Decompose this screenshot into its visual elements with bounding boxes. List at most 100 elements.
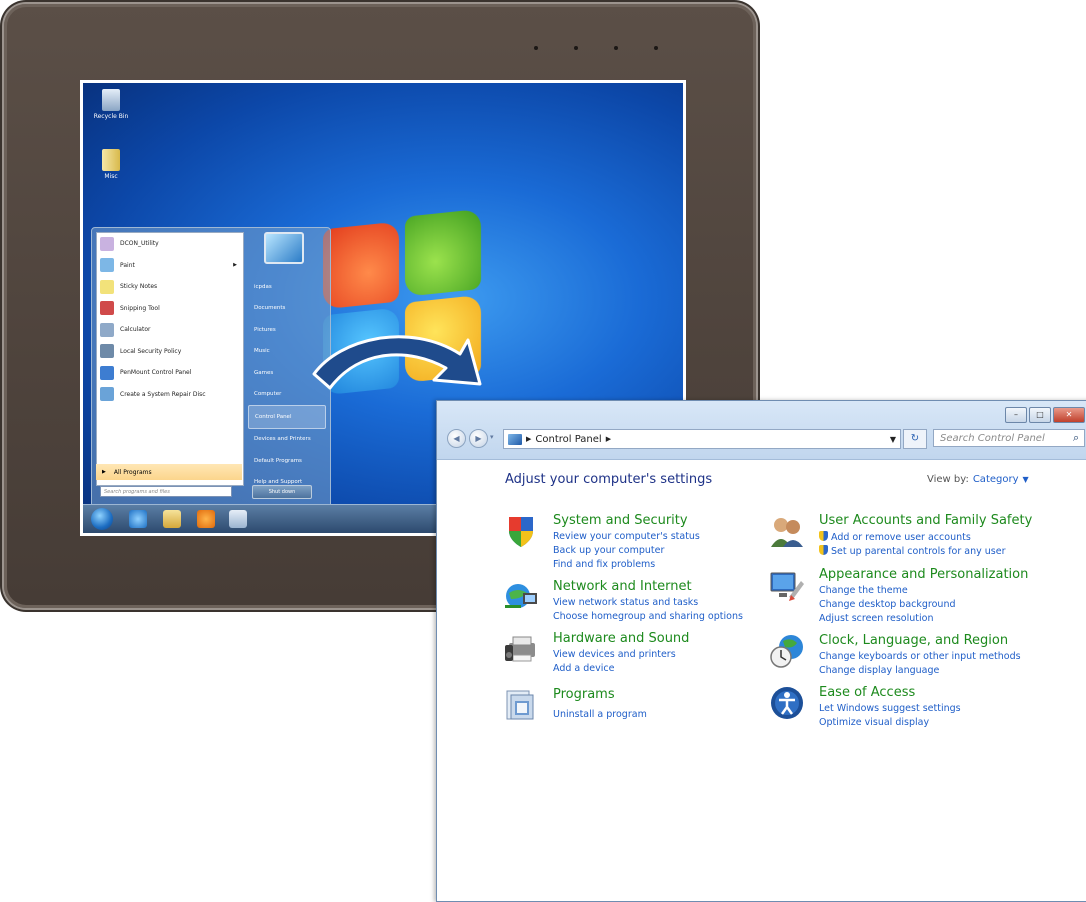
forward-button[interactable]: ▶ (469, 429, 488, 448)
window-frame: – □ ✕ ◀ ▶ ▾ ▶ Control Panel ▶ ▼ ↻ Search… (437, 401, 1086, 460)
window-controls: – □ ✕ (1003, 407, 1085, 423)
sensor-dot (614, 46, 618, 50)
sensor-dot (574, 46, 578, 50)
sensor-dot (534, 46, 538, 50)
category-link[interactable]: Change display language (819, 665, 939, 676)
start-orb-icon[interactable] (91, 508, 113, 530)
view-by: View by: Category ▼ (927, 474, 1029, 485)
category-link[interactable]: Back up your computer (553, 545, 664, 556)
penmount-icon (100, 365, 114, 380)
category-link[interactable]: Change the theme (819, 585, 908, 596)
address-dropdown-icon[interactable]: ▼ (890, 435, 896, 444)
start-search-input[interactable]: Search programs and files (100, 486, 232, 497)
desktop-icon-misc[interactable]: Misc (89, 149, 133, 180)
start-program-item[interactable]: DCON_Utility (97, 233, 243, 255)
security-policy-icon (100, 344, 114, 359)
category-link[interactable]: Let Windows suggest settings (819, 703, 961, 714)
category-title[interactable]: Appearance and Personalization (819, 567, 1028, 582)
category-link[interactable]: View network status and tasks (553, 597, 698, 608)
start-place-item[interactable]: Devices and Printers (248, 429, 326, 451)
appearance-icon (770, 572, 804, 601)
start-program-item[interactable]: Create a System Repair Disc (97, 384, 243, 406)
category-link[interactable]: Add a device (553, 663, 614, 674)
refresh-button[interactable]: ↻ (903, 429, 927, 449)
start-program-item[interactable]: Sticky Notes (97, 276, 243, 298)
close-button[interactable]: ✕ (1053, 407, 1085, 423)
category-title[interactable]: Network and Internet (553, 579, 692, 594)
category-title[interactable]: Hardware and Sound (553, 631, 689, 646)
recent-pages-icon[interactable]: ▾ (490, 433, 494, 441)
shutdown-button[interactable]: Shut down (252, 485, 312, 499)
control-panel-icon (508, 433, 522, 445)
ease-of-access-icon (771, 687, 803, 719)
breadcrumb-separator-icon: ▶ (526, 435, 532, 443)
maximize-button[interactable]: □ (1029, 407, 1051, 423)
start-place-item[interactable]: icpdas (248, 276, 326, 298)
dcon-utility-icon (100, 236, 114, 251)
system-security-icon (509, 517, 533, 547)
start-place-item[interactable]: Default Programs (248, 450, 326, 472)
arrow-right-icon: ▶ (102, 469, 106, 475)
breadcrumb-control-panel[interactable]: Control Panel (535, 434, 601, 445)
media-player-icon[interactable] (197, 510, 215, 528)
category-title[interactable]: System and Security (553, 513, 688, 528)
recycle-bin-icon (102, 89, 120, 111)
start-program-item[interactable]: Calculator (97, 319, 243, 341)
repair-disc-icon (100, 387, 114, 402)
start-place-control-panel[interactable]: Control Panel (248, 405, 326, 429)
paint-taskbar-icon[interactable] (229, 510, 247, 528)
start-menu: DCON_Utility Paint ▶ Sticky Notes Snippin… (91, 227, 331, 515)
back-button[interactable]: ◀ (447, 429, 466, 448)
search-input[interactable]: Search Control Panel (933, 429, 1085, 447)
start-program-item[interactable]: Paint ▶ (97, 255, 243, 277)
start-menu-programs: DCON_Utility Paint ▶ Sticky Notes Snippin… (96, 232, 244, 486)
calculator-icon (100, 322, 114, 337)
view-by-dropdown[interactable]: Category (973, 474, 1019, 485)
folder-icon (102, 149, 120, 171)
paint-icon (100, 258, 114, 273)
page-title: Adjust your computer's settings (505, 472, 713, 487)
minimize-button[interactable]: – (1005, 407, 1027, 423)
clock-language-icon (770, 635, 803, 668)
hardware-sound-icon (505, 636, 535, 662)
uac-shield-icon (819, 545, 828, 555)
all-programs-button[interactable]: ▶ All Programs (96, 464, 242, 480)
category-link[interactable]: Find and fix problems (553, 559, 655, 570)
chevron-down-icon[interactable]: ▼ (1023, 475, 1029, 484)
sticky-notes-icon (100, 279, 114, 294)
start-program-item[interactable]: PenMount Control Panel (97, 362, 243, 384)
category-title[interactable]: Clock, Language, and Region (819, 633, 1008, 648)
category-title[interactable]: Programs (553, 687, 615, 702)
uac-shield-icon (819, 531, 828, 541)
programs-icon (506, 690, 534, 720)
transition-arrow-icon (312, 335, 482, 390)
start-place-item[interactable]: Documents (248, 298, 326, 320)
category-link[interactable]: Add or remove user accounts (819, 531, 971, 543)
internet-explorer-icon[interactable] (129, 510, 147, 528)
category-link[interactable]: Change keyboards or other input methods (819, 651, 1021, 662)
category-link[interactable]: View devices and printers (553, 649, 676, 660)
user-picture-icon (264, 232, 304, 264)
category-link[interactable]: Change desktop background (819, 599, 956, 610)
start-program-item[interactable]: Local Security Policy (97, 341, 243, 363)
sensor-dot (654, 46, 658, 50)
breadcrumb-separator-icon[interactable]: ▶ (606, 435, 611, 443)
address-bar[interactable]: ▶ Control Panel ▶ ▼ (503, 429, 901, 449)
network-internet-icon (505, 584, 537, 608)
category-link[interactable]: Review your computer's status (553, 531, 700, 542)
desktop-icon-recycle-bin[interactable]: Recycle Bin (89, 89, 133, 120)
category-link[interactable]: Choose homegroup and sharing options (553, 611, 743, 622)
start-program-item[interactable]: Snipping Tool (97, 298, 243, 320)
control-panel-window: – □ ✕ ◀ ▶ ▾ ▶ Control Panel ▶ ▼ ↻ Search… (436, 400, 1086, 902)
desktop-icon-label: Misc (104, 173, 118, 180)
category-link[interactable]: Adjust screen resolution (819, 613, 933, 624)
desktop-icon-label: Recycle Bin (93, 113, 129, 120)
category-title[interactable]: User Accounts and Family Safety (819, 513, 1032, 528)
category-link[interactable]: Uninstall a program (553, 709, 647, 720)
explorer-folder-icon[interactable] (163, 510, 181, 528)
submenu-arrow-icon: ▶ (233, 262, 237, 269)
category-title[interactable]: Ease of Access (819, 685, 915, 700)
search-icon[interactable]: ⌕ (1073, 431, 1079, 445)
category-link[interactable]: Set up parental controls for any user (819, 545, 1006, 557)
category-link[interactable]: Optimize visual display (819, 717, 929, 728)
